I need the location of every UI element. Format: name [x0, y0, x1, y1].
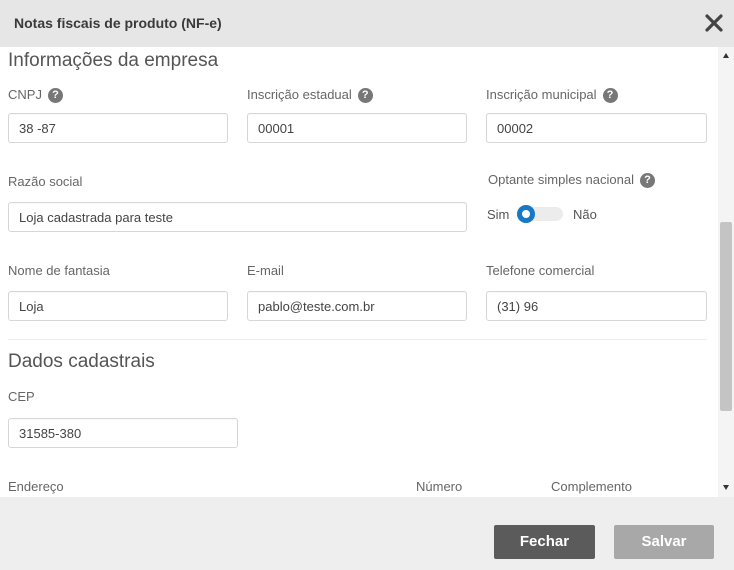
endereco-label: Endereço [8, 479, 64, 494]
section-title-registration: Dados cadastrais [8, 351, 155, 372]
cnpj-label: CNPJ? [8, 87, 63, 103]
dialog-header: Notas fiscais de produto (NF-e) [0, 0, 734, 47]
email-field[interactable]: pablo@teste.com.br [247, 291, 467, 321]
section-divider [8, 339, 707, 340]
complemento-label: Complemento [551, 479, 632, 494]
inscricao-municipal-field[interactable]: 00002 [486, 113, 707, 143]
inscricao-estadual-field[interactable]: 00001 [247, 113, 467, 143]
dialog-body: Informações da empresa CNPJ? 38 -87 Insc… [0, 47, 734, 497]
help-icon[interactable]: ? [639, 173, 655, 188]
toggle-no-label: Não [573, 207, 597, 222]
scroll-up-arrow-icon[interactable] [723, 53, 729, 58]
toggle-yes-label: Sim [487, 207, 510, 222]
nome-fantasia-label: Nome de fantasia [8, 263, 110, 278]
close-icon[interactable] [702, 11, 726, 35]
telefone-label: Telefone comercial [486, 263, 595, 278]
inscricao-estadual-label: Inscrição estadual? [247, 87, 373, 103]
toggle-knob [517, 205, 535, 223]
optante-label: Optante simples nacional? [488, 172, 655, 188]
optante-toggle[interactable] [517, 205, 563, 223]
scroll-down-arrow-icon[interactable] [723, 485, 729, 490]
close-button[interactable]: Fechar [494, 525, 595, 559]
nome-fantasia-field[interactable]: Loja [8, 291, 228, 321]
cep-field[interactable]: 31585-380 [8, 418, 238, 448]
scrollbar-thumb[interactable] [720, 222, 732, 411]
dialog-title: Notas fiscais de produto (NF-e) [14, 15, 222, 31]
cnpj-field[interactable]: 38 -87 [8, 113, 228, 143]
save-button[interactable]: Salvar [614, 525, 714, 559]
inscricao-municipal-label: Inscrição municipal? [486, 87, 618, 103]
cep-label: CEP [8, 389, 35, 404]
scrollbar[interactable] [718, 47, 734, 497]
razao-social-label: Razão social [8, 174, 83, 189]
numero-label: Número [416, 479, 463, 494]
razao-social-field[interactable]: Loja cadastrada para teste [8, 202, 467, 232]
help-icon[interactable]: ? [47, 88, 63, 103]
telefone-field[interactable]: (31) 96 [486, 291, 707, 321]
help-icon[interactable]: ? [357, 88, 373, 103]
section-title-company: Informações da empresa [8, 50, 219, 71]
email-label: E-mail [247, 263, 284, 278]
help-icon[interactable]: ? [602, 88, 618, 103]
dialog-footer: Fechar Salvar [0, 497, 734, 570]
